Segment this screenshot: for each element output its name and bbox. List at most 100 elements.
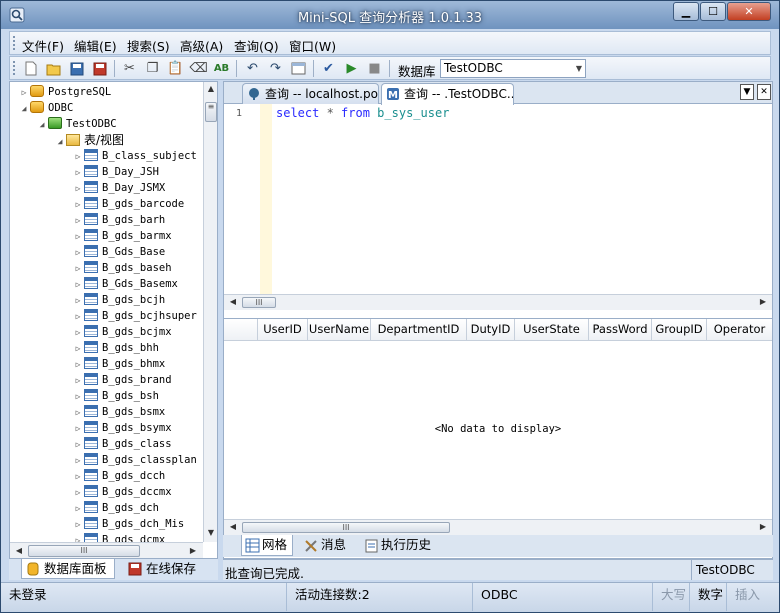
tree-table-item[interactable]: ▷ B_gds_barh [72, 212, 165, 228]
tab-list-dropdown-icon[interactable]: ▼ [740, 84, 754, 100]
tree-vertical-scrollbar[interactable]: ▲ ≡ ▼ [203, 82, 217, 542]
scroll-left-icon[interactable]: ◀ [226, 522, 240, 531]
tab-database-panel[interactable]: 数据库面板 [21, 559, 115, 579]
tab-messages[interactable]: 消息 [301, 535, 355, 556]
grid-horizontal-scrollbar[interactable]: ◀ III ▶ [224, 519, 772, 535]
scroll-left-icon[interactable]: ◀ [12, 546, 26, 555]
tree-horizontal-scrollbar[interactable]: ◀ III ▶ [10, 542, 203, 558]
tree-table-item[interactable]: ▷ B_gds_barcode [72, 196, 184, 212]
tree-vertical-scroll-thumb[interactable]: ≡ [205, 102, 217, 122]
expand-icon[interactable]: ▷ [72, 229, 84, 245]
cut-icon[interactable]: ✂ [121, 60, 138, 77]
tree-table-item[interactable]: ▷ B_gds_bsmx [72, 404, 165, 420]
tab-close-icon[interactable]: ✕ [757, 84, 771, 100]
save-all-icon[interactable] [91, 60, 108, 77]
collapse-icon[interactable]: ◢ [54, 134, 66, 150]
scroll-up-icon[interactable]: ▲ [204, 84, 217, 93]
tree-table-item[interactable]: ▷ B_Day_JSH [72, 164, 159, 180]
expand-icon[interactable]: ▷ [72, 373, 84, 389]
expand-icon[interactable]: ▷ [72, 501, 84, 517]
tree-table-item[interactable]: ▷ B_gds_bsh [72, 388, 159, 404]
panel-icon[interactable] [290, 60, 307, 77]
expand-icon[interactable]: ▷ [72, 165, 84, 181]
scroll-right-icon[interactable]: ▶ [756, 297, 770, 306]
expand-icon[interactable]: ▷ [72, 437, 84, 453]
tree-table-item[interactable]: ▷ B_gds_bhh [72, 340, 159, 356]
tree-table-item[interactable]: ▷ B_gds_dcch [72, 468, 165, 484]
column-header[interactable]: UserName [308, 319, 371, 341]
expand-icon[interactable]: ▷ [72, 405, 84, 421]
expand-icon[interactable]: ▷ [72, 517, 84, 533]
title-bar[interactable]: Mini-SQL 查询分析器 1.0.1.33 ▁ ☐ ✕ [1, 1, 779, 29]
menu-search[interactable]: 搜索(S) [127, 36, 170, 55]
tree-table-item[interactable]: ▷ B_gds_bcjmx [72, 324, 172, 340]
menu-query[interactable]: 查询(Q) [234, 36, 279, 55]
check-icon[interactable]: ✔ [320, 60, 337, 77]
editor-horizontal-scrollbar[interactable]: ◀ III ▶ [224, 294, 772, 310]
tree-table-item[interactable]: ▷ B_gds_bsymx [72, 420, 172, 436]
column-header[interactable]: UserID [258, 319, 308, 341]
collapse-icon[interactable]: ◢ [18, 101, 30, 117]
tab-online-save[interactable]: 在线保存 [124, 559, 210, 579]
tree-database[interactable]: ◢ TestODBC [36, 116, 117, 132]
tab-history[interactable]: 执行历史 [361, 535, 435, 556]
stop-icon[interactable]: ■ [366, 60, 383, 77]
sql-editor[interactable]: select * from b_sys_user [276, 106, 449, 120]
menu-advanced[interactable]: 高级(A) [180, 36, 223, 55]
tree-table-item[interactable]: ▷ B_Gds_Basemx [72, 276, 178, 292]
tree-table-item[interactable]: ▷ B_class_subject [72, 148, 197, 164]
expand-icon[interactable]: ▷ [18, 85, 30, 101]
column-header[interactable]: DepartmentID [371, 319, 467, 341]
tree-folder-tables[interactable]: ◢ 表/视图 [54, 132, 124, 148]
expand-icon[interactable]: ▷ [72, 261, 84, 277]
tree-table-item[interactable]: ▷ B_gds_barmx [72, 228, 172, 244]
tab-query-localhost[interactable]: 查询 -- localhost.po... [242, 83, 379, 104]
tree-table-item[interactable]: ▷ B_gds_dch_Mis [72, 516, 184, 532]
scroll-down-icon[interactable]: ▼ [204, 528, 217, 537]
expand-icon[interactable]: ▷ [72, 181, 84, 197]
column-header[interactable]: Operator [707, 319, 772, 341]
tree-server-odbc[interactable]: ◢ ODBC [18, 100, 73, 116]
tree-table-item[interactable]: ▷ B_gds_classplan [72, 452, 197, 468]
expand-icon[interactable]: ▷ [72, 197, 84, 213]
undo-icon[interactable]: ↶ [244, 60, 261, 77]
tree-horizontal-scroll-thumb[interactable]: III [28, 545, 140, 557]
grid-horizontal-scroll-thumb[interactable]: III [242, 522, 450, 533]
expand-icon[interactable]: ▷ [72, 469, 84, 485]
column-header[interactable]: PassWord [589, 319, 652, 341]
minimize-button[interactable]: ▁ [673, 2, 699, 21]
tree-table-item[interactable]: ▷ B_gds_brand [72, 372, 172, 388]
database-select[interactable]: TestODBC ▼ [440, 59, 586, 78]
expand-icon[interactable]: ▷ [72, 485, 84, 501]
tree-server-postgresql[interactable]: ▷ PostgreSQL [18, 84, 111, 100]
expand-icon[interactable]: ▷ [72, 293, 84, 309]
editor-horizontal-scroll-thumb[interactable]: III [242, 297, 276, 308]
tree-table-item[interactable]: ▷ B_gds_dch [72, 500, 159, 516]
new-file-icon[interactable] [22, 60, 39, 77]
expand-icon[interactable]: ▷ [72, 277, 84, 293]
expand-icon[interactable]: ▷ [72, 453, 84, 469]
expand-icon[interactable]: ▷ [72, 149, 84, 165]
expand-icon[interactable]: ▷ [72, 357, 84, 373]
tab-query-testodbc[interactable]: M 查询 -- .TestODBC.... [381, 83, 514, 105]
open-folder-icon[interactable] [45, 60, 62, 77]
spell-check-icon[interactable]: AB [213, 60, 230, 77]
tree-table-item[interactable]: ▷ B_gds_bhmx [72, 356, 165, 372]
tree-table-item[interactable]: ▷ B_gds_dccmx [72, 484, 172, 500]
tree-table-item[interactable]: ▷ B_gds_baseh [72, 260, 172, 276]
scroll-right-icon[interactable]: ▶ [186, 546, 200, 555]
column-header[interactable]: GroupID [652, 319, 707, 341]
copy-icon[interactable]: ❐ [144, 60, 161, 77]
scroll-right-icon[interactable]: ▶ [756, 522, 770, 531]
tree-table-item[interactable]: ▷ B_gds_bcjh [72, 292, 165, 308]
tree-table-item[interactable]: ▷ B_gds_bcjhsuper [72, 308, 197, 324]
menu-file[interactable]: 文件(F) [22, 36, 64, 55]
expand-icon[interactable]: ▷ [72, 341, 84, 357]
expand-icon[interactable]: ▷ [72, 325, 84, 341]
menu-window[interactable]: 窗口(W) [289, 36, 336, 55]
eraser-icon[interactable]: ⌫ [189, 60, 207, 77]
run-icon[interactable]: ▶ [343, 60, 360, 77]
tree-table-item[interactable]: ▷ B_Gds_Base [72, 244, 165, 260]
menu-edit[interactable]: 编辑(E) [74, 36, 117, 55]
scroll-left-icon[interactable]: ◀ [226, 297, 240, 306]
